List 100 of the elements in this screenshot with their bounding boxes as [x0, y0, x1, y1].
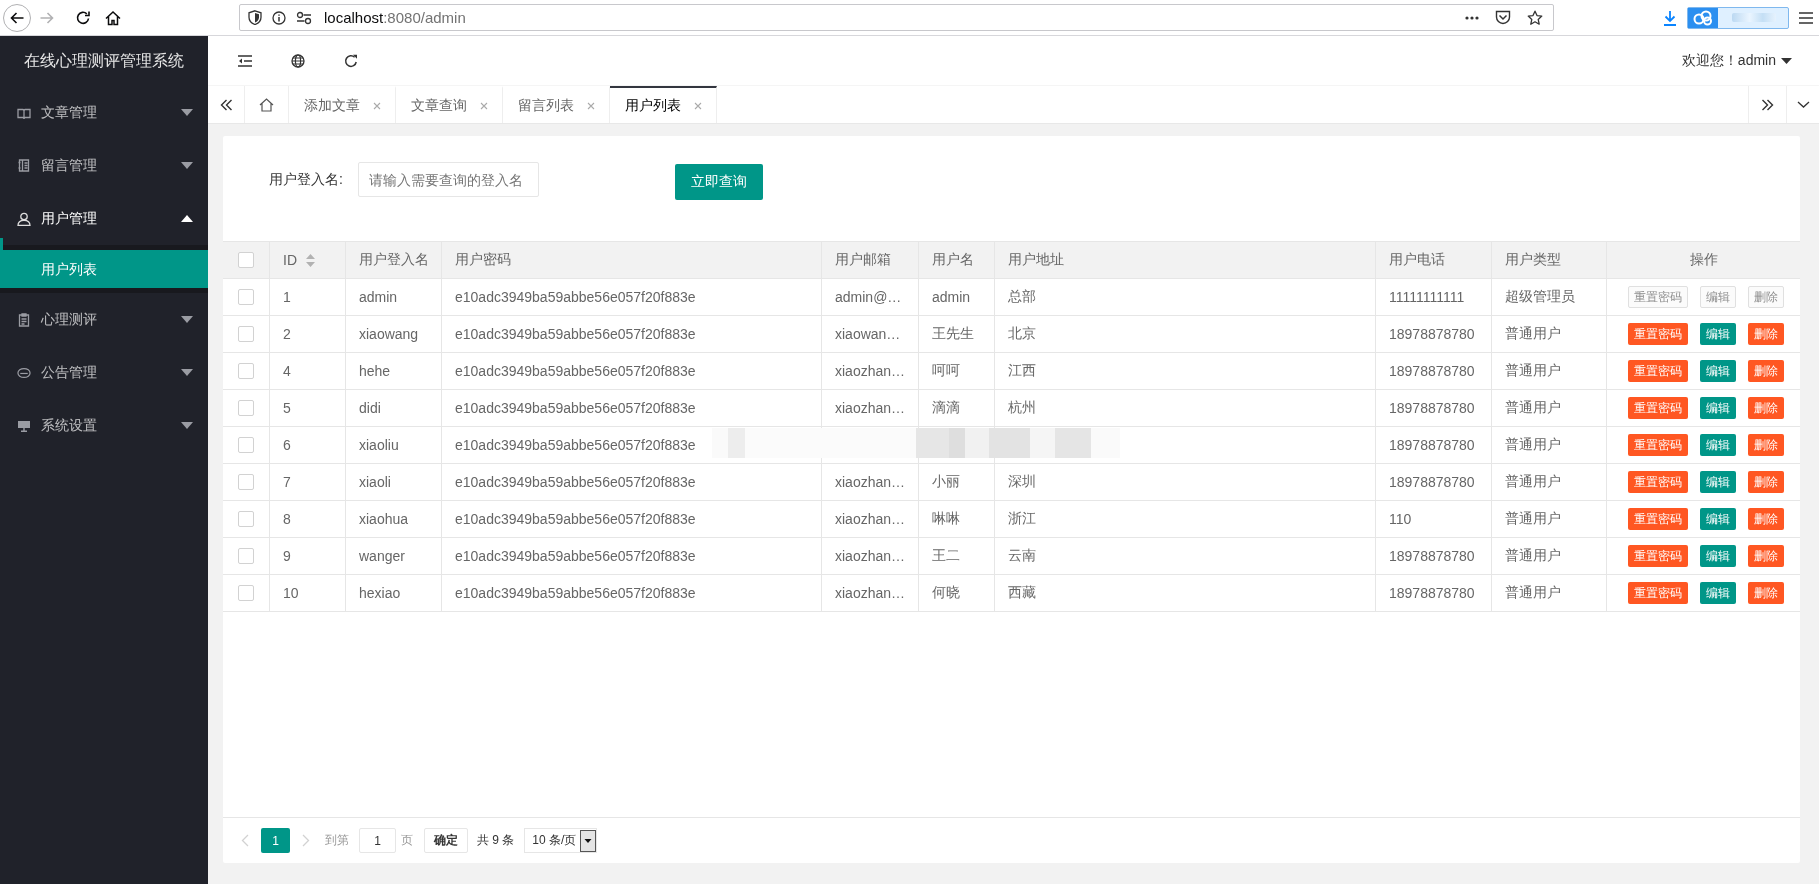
row-action-button[interactable]: 编辑	[1699, 508, 1736, 530]
shield-icon	[248, 10, 262, 25]
row-checkbox[interactable]	[238, 585, 254, 601]
table-cell: admin	[932, 289, 971, 305]
sidebar-menu-item[interactable]: 公告管理	[0, 346, 208, 399]
chevron-right-icon	[302, 834, 310, 847]
tab[interactable]: 添加文章	[289, 86, 396, 123]
row-checkbox[interactable]	[238, 548, 254, 564]
confirm-button[interactable]: 确定	[424, 828, 468, 853]
more-icon[interactable]	[1465, 15, 1479, 20]
page-size-select[interactable]: 10 条/页	[524, 828, 598, 853]
row-action-button[interactable]: 删除	[1747, 582, 1784, 604]
close-icon[interactable]	[480, 101, 488, 110]
row-checkbox[interactable]	[238, 326, 254, 342]
table-cell: 王先生	[932, 325, 974, 343]
tab[interactable]: 用户列表	[610, 86, 717, 123]
table-cell: 云南	[1008, 547, 1036, 565]
close-icon[interactable]	[694, 101, 702, 110]
total-count: 共 9 条	[477, 832, 515, 849]
row-checkbox[interactable]	[238, 511, 254, 527]
tab[interactable]: 文章查询	[396, 86, 503, 123]
indent-icon	[237, 54, 252, 67]
row-action-button[interactable]: 编辑	[1699, 397, 1736, 419]
row-action-button[interactable]: 编辑	[1699, 434, 1736, 456]
reload-icon	[75, 9, 91, 26]
menu-icon[interactable]	[1799, 11, 1813, 24]
row-action-button[interactable]: 重置密码	[1627, 471, 1688, 493]
row-checkbox[interactable]	[238, 400, 254, 416]
row-action-button[interactable]: 删除	[1747, 471, 1784, 493]
row-action-button[interactable]: 删除	[1747, 434, 1784, 456]
book-icon	[17, 106, 31, 119]
table-cell: 110	[1389, 511, 1412, 527]
sidebar-menu-item[interactable]: 心理测评	[0, 293, 208, 346]
sidebar-menu-item[interactable]: 留言管理	[0, 139, 208, 192]
row-action-button[interactable]: 重置密码	[1627, 360, 1688, 382]
column-header: 用户电话	[1389, 251, 1445, 269]
download-icon[interactable]	[1663, 9, 1677, 26]
row-action-button[interactable]: 编辑	[1699, 545, 1736, 567]
extension-button[interactable]	[1687, 6, 1789, 29]
row-action-button[interactable]: 重置密码	[1627, 582, 1688, 604]
sidebar-submenu-item[interactable]: 用户列表	[0, 250, 208, 288]
permissions-icon	[296, 10, 312, 25]
row-action-button[interactable]: 重置密码	[1627, 397, 1688, 419]
sidebar-menu-item[interactable]: 文章管理	[0, 86, 208, 139]
table-cell: admin	[359, 289, 398, 305]
close-icon[interactable]	[373, 101, 381, 110]
column-header: 操作	[1689, 251, 1718, 269]
row-action-button[interactable]: 删除	[1747, 508, 1784, 530]
table-cell: 何晓	[932, 584, 960, 602]
row-action-button[interactable]: 编辑	[1699, 582, 1736, 604]
table-cell: 2	[283, 326, 291, 342]
goto-label: 到第	[325, 832, 349, 849]
row-action-button[interactable]: 删除	[1747, 323, 1784, 345]
table-cell: 7	[283, 474, 291, 490]
row-action-button[interactable]: 重置密码	[1627, 508, 1688, 530]
table-cell: 18978878780	[1389, 363, 1475, 379]
column-header: 用户邮箱	[835, 251, 891, 269]
home-icon	[259, 97, 274, 112]
page-button[interactable]: 1	[261, 828, 290, 853]
table-cell: xiaozhan…	[835, 585, 906, 601]
row-action-button[interactable]: 删除	[1747, 545, 1784, 567]
row-action-button[interactable]: 删除	[1747, 397, 1784, 419]
row-action-button[interactable]: 删除	[1747, 360, 1784, 382]
row-action-button[interactable]: 编辑	[1699, 323, 1736, 345]
row-action-button[interactable]: 重置密码	[1627, 434, 1688, 456]
user-menu[interactable]: 欢迎您！admin	[1681, 45, 1792, 76]
close-icon[interactable]	[587, 101, 595, 110]
sidebar-menu-item[interactable]: 系统设置	[0, 399, 208, 452]
pocket-icon[interactable]	[1495, 10, 1511, 25]
row-action-button[interactable]: 重置密码	[1627, 323, 1688, 345]
table-cell: 江西	[1008, 362, 1036, 380]
column-header[interactable]: ID	[283, 252, 297, 268]
table-cell: 普通用户	[1505, 510, 1561, 528]
table-cell: 6	[283, 437, 291, 453]
sidebar-menu-item[interactable]: 用户管理	[0, 192, 208, 245]
cloud-icon	[1693, 9, 1713, 26]
star-icon[interactable]	[1527, 9, 1543, 26]
sort-icon[interactable]	[306, 253, 315, 267]
table-cell: 普通用户	[1505, 473, 1561, 491]
column-header: 用户类型	[1505, 251, 1561, 269]
row-checkbox[interactable]	[238, 437, 254, 453]
row-action-button[interactable]: 编辑	[1699, 471, 1736, 493]
table-cell: xiaozhan…	[835, 400, 906, 416]
address-bar[interactable]: localhost:8080/admin	[239, 4, 1554, 31]
row-checkbox[interactable]	[238, 363, 254, 379]
globe-icon	[290, 53, 305, 68]
column-header: 用户名	[932, 251, 974, 269]
login-name-field[interactable]: 请输入需要查询的登入名	[357, 162, 539, 197]
row-action-button[interactable]: 编辑	[1699, 360, 1736, 382]
select-all-checkbox[interactable]	[238, 252, 254, 268]
row-checkbox[interactable]	[238, 474, 254, 490]
page-number-field[interactable]: 1	[359, 828, 396, 853]
chevron-down-icon	[1796, 101, 1810, 108]
double-chevron-left-icon	[219, 98, 233, 111]
table-cell: 11111111111	[1389, 289, 1465, 305]
monitor-icon	[17, 419, 31, 432]
row-checkbox[interactable]	[238, 289, 254, 305]
row-action-button[interactable]: 重置密码	[1627, 545, 1688, 567]
table-cell: xiaozhan…	[835, 548, 906, 564]
search-button[interactable]: 立即查询	[674, 164, 763, 200]
